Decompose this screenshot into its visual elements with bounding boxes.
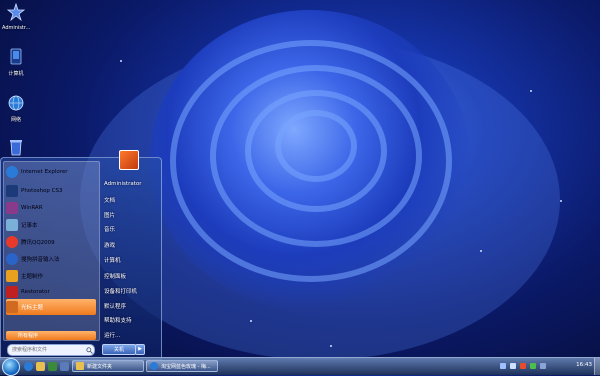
place-pictures[interactable]: 图片 bbox=[104, 211, 115, 219]
program-label: 主题制作 bbox=[21, 274, 44, 280]
quicklaunch-desktop-icon[interactable] bbox=[60, 362, 69, 371]
place-administrator[interactable]: Administrator bbox=[104, 181, 142, 187]
tray-arrow-icon[interactable] bbox=[540, 363, 546, 369]
sparkle bbox=[250, 320, 252, 322]
desktop-icon-computer[interactable]: 计算机 bbox=[2, 48, 30, 77]
show-desktop-button[interactable] bbox=[594, 358, 600, 375]
rose-petal bbox=[275, 110, 357, 182]
start-search-input[interactable] bbox=[8, 346, 86, 354]
place-control-panel[interactable]: 控制面板 bbox=[104, 272, 126, 280]
cursor-theme-icon bbox=[6, 301, 18, 313]
qq-icon bbox=[6, 236, 18, 248]
shutdown-button[interactable]: 关机 bbox=[102, 344, 136, 355]
sparkle bbox=[530, 90, 532, 92]
place-games[interactable]: 游戏 bbox=[104, 241, 115, 249]
recycle-bin-icon bbox=[10, 140, 22, 156]
theme-maker-icon bbox=[6, 270, 18, 282]
shutdown-options-button[interactable]: ▶ bbox=[135, 344, 145, 355]
quicklaunch-ie-icon[interactable] bbox=[24, 362, 33, 371]
sparkle bbox=[480, 250, 482, 252]
tray-network-icon[interactable] bbox=[500, 363, 506, 369]
desktop-icon-label: Administr... bbox=[2, 25, 31, 31]
program-winrar[interactable]: WinRAR bbox=[6, 200, 96, 216]
program-theme-maker[interactable]: 主题制作 bbox=[6, 268, 96, 284]
place-default-programs[interactable]: 默认程序 bbox=[104, 302, 126, 310]
program-notepad[interactable]: 记事本 bbox=[6, 217, 96, 233]
desktop-icon-network[interactable]: 网络 bbox=[2, 94, 30, 123]
sparkle bbox=[330, 345, 332, 347]
sogou-icon bbox=[6, 253, 18, 265]
program-label: Internet Explorer bbox=[21, 169, 68, 175]
place-computer[interactable]: 计算机 bbox=[104, 256, 121, 264]
browser-icon bbox=[150, 362, 158, 370]
all-programs-label: 所有程序 bbox=[18, 333, 39, 339]
place-documents[interactable]: 文档 bbox=[104, 196, 115, 204]
blue-rose bbox=[150, 10, 470, 310]
tray-input-icon[interactable] bbox=[520, 363, 526, 369]
internet-explorer-icon bbox=[6, 166, 18, 178]
start-menu-programs-pane: Internet Explorer Photoshop CS3 WinRAR 记… bbox=[3, 161, 100, 341]
place-devices-printers[interactable]: 设备和打印机 bbox=[104, 287, 137, 295]
place-run[interactable]: 运行... bbox=[104, 331, 120, 339]
taskbar-clock[interactable]: 16:43 bbox=[576, 362, 592, 368]
program-internet-explorer[interactable]: Internet Explorer bbox=[6, 164, 96, 180]
program-label: WinRAR bbox=[21, 205, 43, 211]
taskbar-button-browser[interactable]: 淘宝网蓝色玫瑰 - 梅... bbox=[146, 360, 218, 372]
program-label: Photoshop CS3 bbox=[21, 188, 63, 194]
program-label: 搜狗拼音输入法 bbox=[21, 257, 60, 263]
program-restorator[interactable]: Restorator bbox=[6, 284, 96, 300]
tray-volume-icon[interactable] bbox=[510, 363, 516, 369]
desktop-icon-label: 计算机 bbox=[8, 71, 24, 77]
user-folder-icon bbox=[6, 2, 26, 22]
program-label: 腾讯QQ2009 bbox=[21, 240, 55, 246]
quicklaunch-media-icon[interactable] bbox=[48, 362, 57, 371]
sparkle bbox=[560, 200, 562, 202]
sparkle bbox=[120, 60, 122, 62]
place-help-support[interactable]: 帮助和支持 bbox=[104, 316, 132, 324]
taskbar-button-label: 淘宝网蓝色玫瑰 - 梅... bbox=[161, 363, 211, 370]
quicklaunch-folder-icon[interactable] bbox=[36, 362, 45, 371]
start-menu: Internet Explorer Photoshop CS3 WinRAR 记… bbox=[0, 150, 162, 360]
program-cursor-theme[interactable]: 光标主题 bbox=[6, 299, 96, 315]
desktop-icon-label: 网络 bbox=[10, 117, 21, 123]
restorator-icon bbox=[6, 286, 18, 298]
notepad-icon bbox=[6, 219, 18, 231]
folder-icon bbox=[76, 362, 84, 370]
program-qq[interactable]: 腾讯QQ2009 bbox=[6, 234, 96, 250]
start-button[interactable] bbox=[2, 358, 20, 376]
start-menu-places-pane: Administrator 文档 图片 音乐 游戏 计算机 控制面板 设备和打印… bbox=[99, 161, 159, 351]
computer-icon bbox=[10, 48, 22, 65]
program-label: 光标主题 bbox=[21, 305, 44, 311]
photoshop-icon bbox=[6, 185, 18, 197]
taskbar-button-new-folder[interactable]: 新建文件夹 bbox=[72, 360, 144, 372]
winrar-icon bbox=[6, 202, 18, 214]
desktop-icon-administrator[interactable]: Administr... bbox=[2, 2, 31, 31]
network-icon bbox=[8, 95, 24, 111]
tray-flag-icon[interactable] bbox=[530, 363, 536, 369]
program-label: Restorator bbox=[21, 289, 50, 295]
search-icon bbox=[86, 346, 93, 354]
taskbar-button-label: 新建文件夹 bbox=[87, 363, 113, 370]
all-programs-button[interactable]: 所有程序 bbox=[6, 331, 96, 340]
program-label: 记事本 bbox=[21, 223, 38, 229]
program-sogou[interactable]: 搜狗拼音输入法 bbox=[6, 251, 96, 267]
start-search-box[interactable] bbox=[7, 344, 95, 356]
place-music[interactable]: 音乐 bbox=[104, 225, 115, 233]
program-photoshop[interactable]: Photoshop CS3 bbox=[6, 183, 96, 199]
taskbar: 新建文件夹 淘宝网蓝色玫瑰 - 梅... 16:43 bbox=[0, 357, 600, 376]
